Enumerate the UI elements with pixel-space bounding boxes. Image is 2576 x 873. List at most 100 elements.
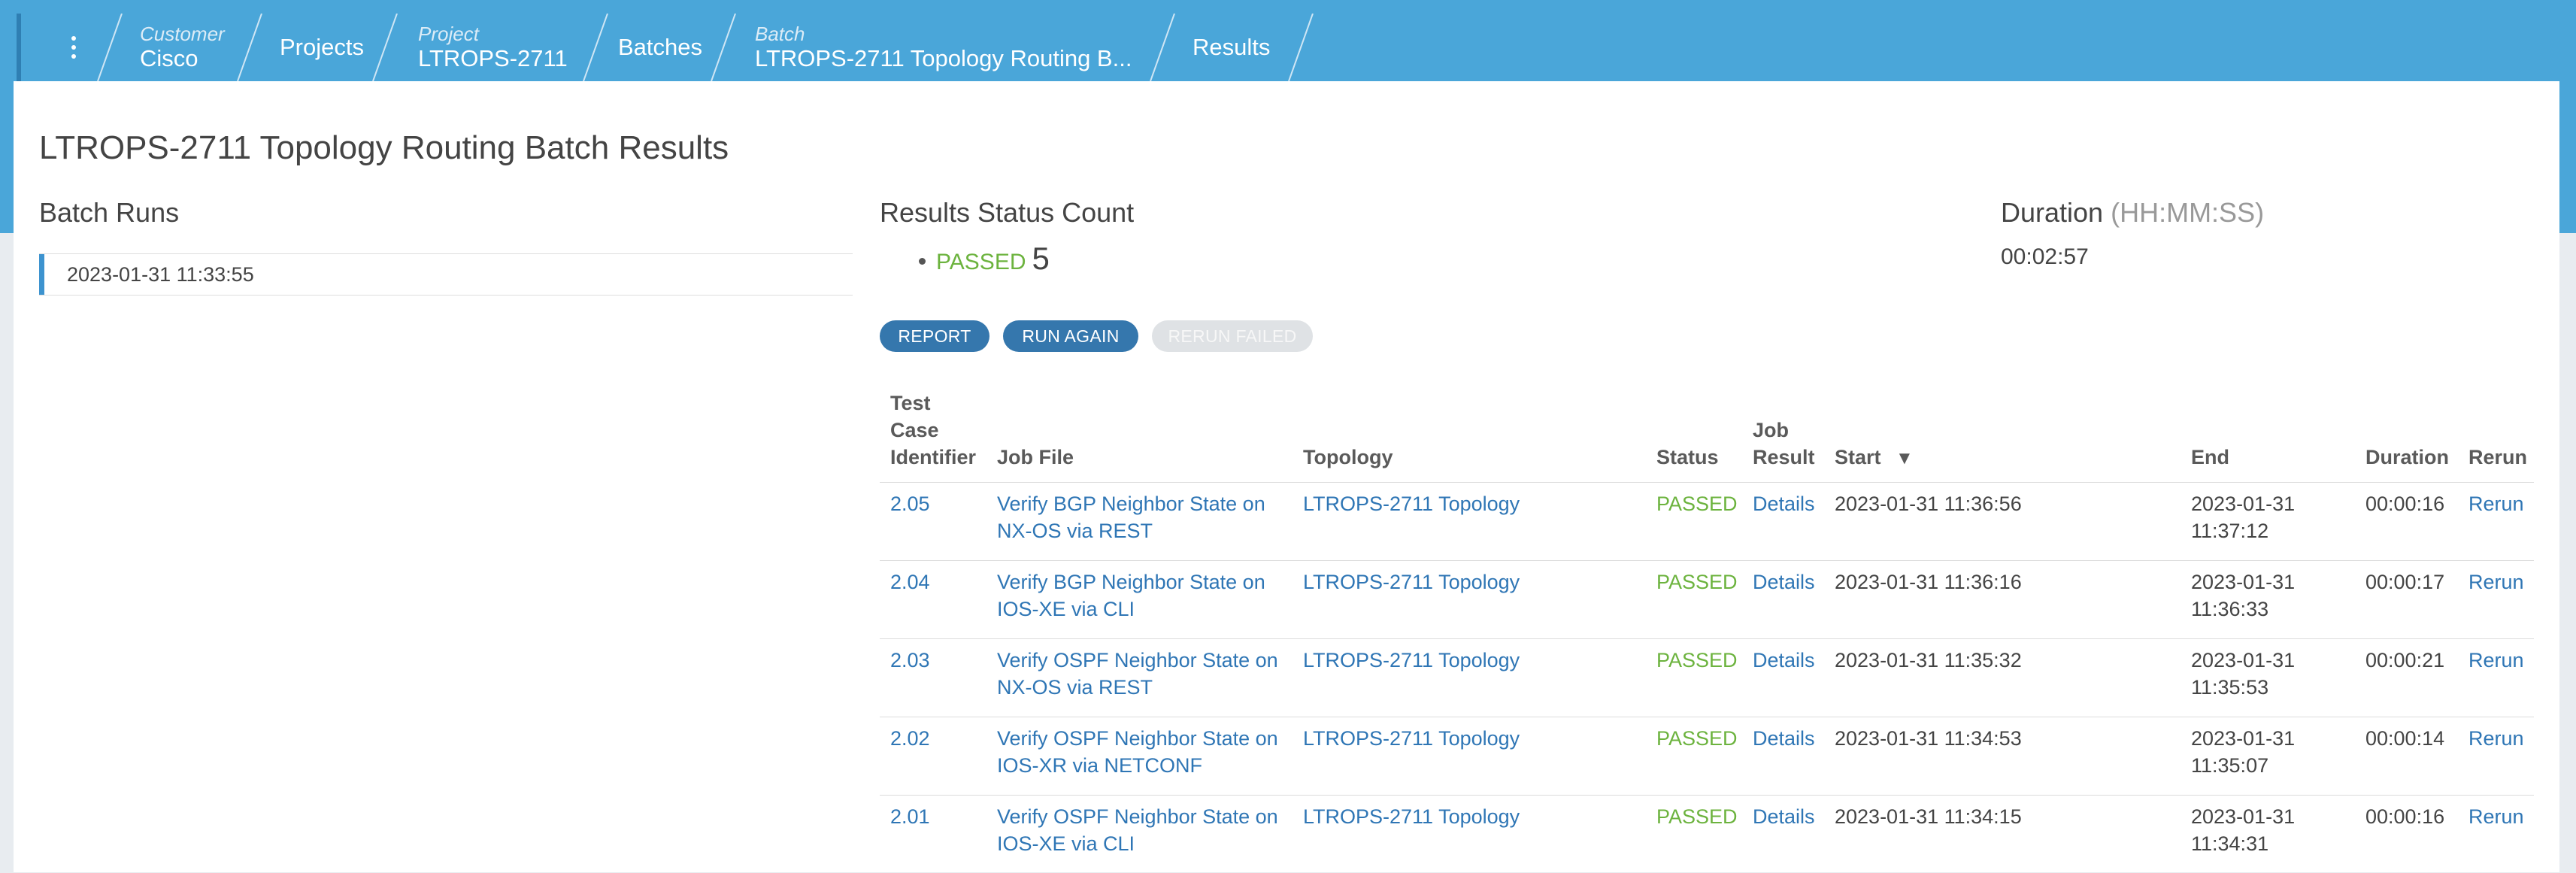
status-badge: PASSED [1656, 493, 1738, 515]
topology-link[interactable]: LTROPS-2711 Topology [1303, 490, 1520, 517]
end-date: 2023-01-31 [2191, 727, 2296, 750]
col-header-end[interactable]: End [2191, 444, 2229, 471]
batch-run-item[interactable]: 2023-01-31 11:33:55 [39, 254, 853, 295]
duration-heading-label: Duration [2001, 197, 2104, 228]
col-header-line: Job [1753, 419, 1790, 441]
job-file-link[interactable]: Verify OSPF Neighbor State on NX-OS via … [997, 647, 1278, 701]
job-file-link[interactable]: Verify OSPF Neighbor State on IOS-XR via… [997, 725, 1278, 779]
start-time: 2023-01-31 11:35:32 [1835, 649, 2022, 671]
batch-runs-heading: Batch Runs [39, 197, 180, 228]
end-time: 2023-01-31 11:34:31 [2191, 803, 2295, 857]
breadcrumb-batches-label: Batches [618, 34, 703, 60]
breadcrumb-project-caption: Project [418, 23, 479, 45]
breadcrumb-results[interactable]: Results [1193, 14, 1270, 81]
job-file-line: NX-OS via REST [997, 520, 1153, 542]
col-header-line: Test [890, 392, 931, 414]
topology-link[interactable]: LTROPS-2711 Topology [1303, 568, 1520, 596]
page-title: LTROPS-2711 Topology Routing Batch Resul… [39, 129, 729, 166]
job-file-line: IOS-XR via NETCONF [997, 754, 1203, 777]
start-time: 2023-01-31 11:36:16 [1835, 571, 2022, 593]
end-clock: 11:34:31 [2191, 832, 2269, 855]
table-row: 2.04 Verify BGP Neighbor State on IOS-XE… [880, 561, 2534, 638]
status-count-value: 5 [1032, 241, 1050, 276]
col-header-start[interactable]: Start ▼ [1835, 444, 1914, 472]
duration-unit: (HH:MM:SS) [2111, 197, 2265, 228]
end-date: 2023-01-31 [2191, 649, 2296, 671]
start-time: 2023-01-31 11:34:15 [1835, 805, 2022, 828]
col-header-rerun[interactable]: Rerun [2468, 444, 2527, 471]
col-header-duration[interactable]: Duration [2365, 444, 2449, 471]
breadcrumb-separator-icon [1150, 14, 1175, 81]
duration-heading: Duration (HH:MM:SS) [2001, 197, 2264, 229]
job-file-line: Verify BGP Neighbor State on [997, 571, 1265, 593]
col-header-test-case-identifier[interactable]: Test Case Identifier [890, 390, 976, 471]
col-header-job-file[interactable]: Job File [997, 444, 1074, 471]
col-header-status[interactable]: Status [1656, 444, 1719, 471]
table-row: 2.02 Verify OSPF Neighbor State on IOS-X… [880, 717, 2534, 795]
details-link[interactable]: Details [1753, 490, 1815, 517]
topology-link[interactable]: LTROPS-2711 Topology [1303, 803, 1520, 830]
test-case-id-link[interactable]: 2.03 [890, 647, 930, 674]
kebab-menu-icon [71, 36, 76, 59]
breadcrumb-batch[interactable]: Batch LTROPS-2711 Topology Routing B... [755, 14, 1132, 81]
duration-cell: 00:00:14 [2365, 727, 2445, 750]
batch-run-timestamp: 2023-01-31 11:33:55 [67, 262, 254, 286]
run-again-button[interactable]: RUN AGAIN [1003, 320, 1138, 352]
end-date: 2023-01-31 [2191, 493, 2296, 515]
breadcrumb-separator-icon [583, 14, 608, 81]
divider [39, 295, 853, 296]
end-time: 2023-01-31 11:36:33 [2191, 568, 2295, 623]
breadcrumb-separator-icon [1288, 14, 1314, 81]
rerun-link[interactable]: Rerun [2468, 647, 2524, 674]
job-file-link[interactable]: Verify BGP Neighbor State on IOS-XE via … [997, 568, 1265, 623]
breadcrumb-project[interactable]: Project LTROPS-2711 [418, 14, 568, 81]
rerun-failed-button: RERUN FAILED [1152, 320, 1313, 352]
test-case-id-link[interactable]: 2.05 [890, 490, 930, 517]
job-file-line: IOS-XE via CLI [997, 832, 1135, 855]
rerun-link[interactable]: Rerun [2468, 490, 2524, 517]
test-case-id-link[interactable]: 2.04 [890, 568, 930, 596]
job-file-line: NX-OS via REST [997, 676, 1153, 699]
breadcrumb-batches[interactable]: Batches [618, 14, 702, 81]
col-header-start-label: Start [1835, 446, 1881, 468]
breadcrumb-customer-caption: Customer [140, 23, 225, 45]
rerun-link[interactable]: Rerun [2468, 725, 2524, 752]
col-header-line: Result [1753, 446, 1815, 468]
col-header-topology[interactable]: Topology [1303, 444, 1393, 471]
rerun-link[interactable]: Rerun [2468, 803, 2524, 830]
details-link[interactable]: Details [1753, 725, 1815, 752]
details-link[interactable]: Details [1753, 647, 1815, 674]
topology-link[interactable]: LTROPS-2711 Topology [1303, 647, 1520, 674]
status-badge: PASSED [1656, 727, 1738, 750]
table-row: 2.03 Verify OSPF Neighbor State on NX-OS… [880, 639, 2534, 717]
col-header-line: Identifier [890, 446, 977, 468]
end-time: 2023-01-31 11:35:07 [2191, 725, 2295, 779]
breadcrumb-customer[interactable]: Customer Cisco [140, 14, 225, 81]
breadcrumb: Customer Cisco Projects Project LTROPS-2… [14, 14, 1367, 81]
col-header-job-result[interactable]: Job Result [1753, 417, 1815, 471]
end-date: 2023-01-31 [2191, 805, 2296, 828]
table-row: 2.05 Verify BGP Neighbor State on NX-OS … [880, 483, 2534, 560]
breadcrumb-project-label: LTROPS-2711 [418, 45, 568, 71]
breadcrumb-separator-icon [237, 14, 262, 81]
test-case-id-link[interactable]: 2.02 [890, 725, 930, 752]
report-button[interactable]: REPORT [880, 320, 989, 352]
job-file-line: Verify BGP Neighbor State on [997, 493, 1265, 515]
breadcrumb-projects[interactable]: Projects [280, 14, 364, 81]
start-time: 2023-01-31 11:36:56 [1835, 493, 2022, 515]
details-link[interactable]: Details [1753, 803, 1815, 830]
details-link[interactable]: Details [1753, 568, 1815, 596]
breadcrumb-separator-icon [372, 14, 398, 81]
duration-cell: 00:00:16 [2365, 805, 2445, 828]
job-file-link[interactable]: Verify BGP Neighbor State on NX-OS via R… [997, 490, 1265, 544]
topology-link[interactable]: LTROPS-2711 Topology [1303, 725, 1520, 752]
job-file-link[interactable]: Verify OSPF Neighbor State on IOS-XE via… [997, 803, 1278, 857]
job-file-line: Verify OSPF Neighbor State on [997, 649, 1278, 671]
breadcrumb-separator-icon [97, 14, 123, 81]
status-count-label: PASSED [936, 250, 1026, 274]
bullet-icon [919, 258, 926, 265]
end-date: 2023-01-31 [2191, 571, 2296, 593]
test-case-id-link[interactable]: 2.01 [890, 803, 930, 830]
breadcrumb-batch-label: LTROPS-2711 Topology Routing B... [755, 45, 1132, 71]
rerun-link[interactable]: Rerun [2468, 568, 2524, 596]
